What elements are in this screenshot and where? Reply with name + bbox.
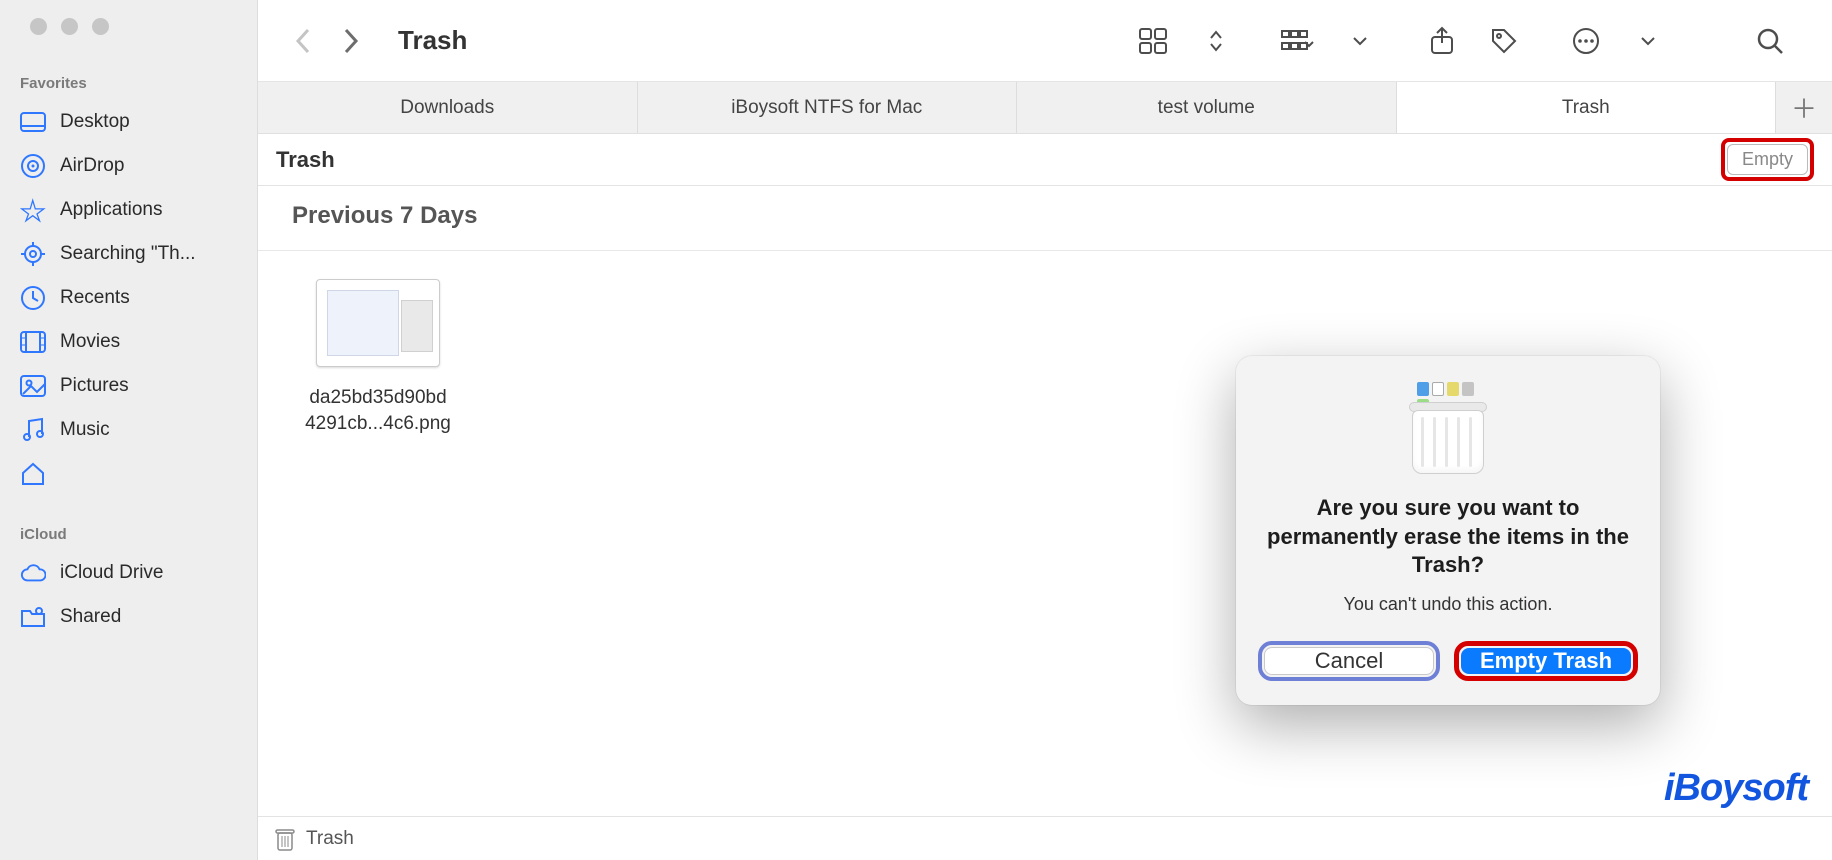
location-header: Trash Empty [258,134,1832,186]
highlight-empty: Empty [1721,138,1814,181]
sidebar-item-home[interactable] [0,452,257,496]
back-button[interactable] [288,21,318,61]
dialog-subtext: You can't undo this action. [1258,594,1638,615]
tab-bar: Downloads iBoysoft NTFS for Mac test vol… [258,82,1832,134]
file-name: da25bd35d90bd 4291cb...4c6.png [278,385,478,436]
group-header: Previous 7 Days [258,186,1832,251]
gear-icon [20,241,46,267]
cancel-button[interactable]: Cancel [1264,647,1434,675]
sidebar-item-shared[interactable]: Shared [0,595,257,639]
toolbar: Trash [258,0,1832,82]
file-thumbnail-icon [316,279,440,367]
tag-button[interactable] [1482,21,1526,61]
tab-label: Trash [1562,97,1610,119]
sidebar-item-label: Music [60,419,110,441]
sidebar-item-search[interactable]: Searching "Th... [0,232,257,276]
shared-folder-icon [20,604,46,630]
action-menu-button[interactable] [1564,21,1608,61]
home-icon [20,461,46,487]
empty-trash-button[interactable]: Empty Trash [1461,648,1631,674]
pictures-icon [20,373,46,399]
content-area: Previous 7 Days da25bd35d90bd 4291cb...4… [258,186,1832,816]
trash-full-icon [1409,382,1487,474]
sidebar-item-desktop[interactable]: Desktop [0,100,257,144]
highlight-cancel: Cancel [1258,641,1440,681]
chevron-down-icon[interactable] [1338,21,1382,61]
sidebar-item-label: Movies [60,331,120,353]
cloud-icon [20,560,46,586]
sidebar-item-label: Shared [60,606,121,628]
window-title: Trash [398,25,467,56]
sidebar-item-label: Recents [60,287,130,309]
desktop-icon [20,109,46,135]
tab-label: iBoysoft NTFS for Mac [731,97,922,119]
chevron-down-icon[interactable] [1626,21,1670,61]
sidebar-item-label: Applications [60,199,162,221]
watermark: iBoysoft [1664,767,1808,810]
location-name: Trash [276,147,335,173]
main-pane: Trash [258,0,1832,860]
share-button[interactable] [1420,21,1464,61]
trash-icon [274,826,296,852]
window-controls [0,18,257,35]
movies-icon [20,329,46,355]
sidebar-item-label: AirDrop [60,155,124,177]
sidebar-item-music[interactable]: Music [0,408,257,452]
zoom-icon[interactable] [92,18,109,35]
sidebar-item-recents[interactable]: Recents [0,276,257,320]
applications-icon [20,197,46,223]
sidebar-item-applications[interactable]: Applications [0,188,257,232]
group-by-button[interactable] [1276,21,1320,61]
tab-downloads[interactable]: Downloads [258,82,638,133]
sidebar-item-label: iCloud Drive [60,562,163,584]
dialog-heading: Are you sure you want to permanently era… [1258,494,1638,580]
tab-iboysoft[interactable]: iBoysoft NTFS for Mac [638,82,1018,133]
file-item[interactable]: da25bd35d90bd 4291cb...4c6.png [278,279,478,436]
music-icon [20,417,46,443]
highlight-confirm: Empty Trash [1454,641,1638,681]
confirm-dialog: Are you sure you want to permanently era… [1236,356,1660,705]
sidebar-item-label: Pictures [60,375,129,397]
view-switcher-arrows[interactable] [1194,21,1238,61]
sidebar-item-movies[interactable]: Movies [0,320,257,364]
forward-button[interactable] [336,21,366,61]
airdrop-icon [20,153,46,179]
sidebar-item-pictures[interactable]: Pictures [0,364,257,408]
sidebar-item-label: Searching "Th... [60,243,196,265]
path-label: Trash [306,828,354,850]
tab-label: test volume [1158,97,1255,119]
path-bar: Trash [258,816,1832,860]
icloud-label: iCloud [0,526,257,551]
tab-trash[interactable]: Trash [1397,82,1777,133]
clock-icon [20,285,46,311]
sidebar-item-icloud-drive[interactable]: iCloud Drive [0,551,257,595]
sidebar-item-airdrop[interactable]: AirDrop [0,144,257,188]
search-button[interactable] [1748,21,1792,61]
tab-label: Downloads [400,97,494,119]
close-icon[interactable] [30,18,47,35]
minimize-icon[interactable] [61,18,78,35]
sidebar: Favorites Desktop AirDrop Applications S… [0,0,258,860]
favorites-label: Favorites [0,75,257,100]
empty-button[interactable]: Empty [1727,144,1808,175]
new-tab-button[interactable]: ＋ [1776,82,1832,133]
tab-test-volume[interactable]: test volume [1017,82,1397,133]
sidebar-item-label: Desktop [60,111,130,133]
icon-view-button[interactable] [1132,21,1176,61]
